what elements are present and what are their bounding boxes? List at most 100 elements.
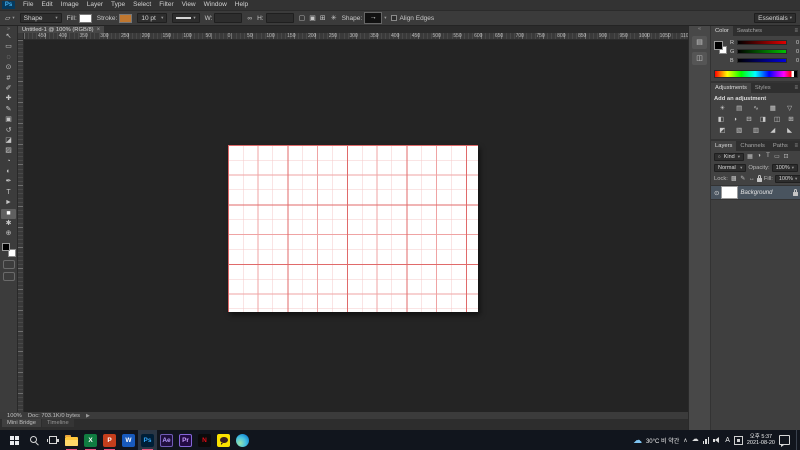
combine-shapes-icon[interactable]: ▢ [299,14,306,22]
brightness-contrast-icon[interactable]: ☀ [717,104,728,113]
menu-layer[interactable]: Layer [83,0,107,10]
history-brush-tool[interactable]: ↺ [1,126,16,136]
gear-icon[interactable]: ✳ [331,14,337,22]
ime-pad-icon[interactable] [733,435,743,445]
threshold-icon[interactable]: ▥ [750,126,761,135]
show-desktop-button[interactable] [796,430,799,450]
link-dimensions-icon[interactable]: ∞ [247,15,252,22]
blend-mode-select[interactable]: Normal ▾ [714,163,747,172]
menu-file[interactable]: File [19,0,37,10]
tool-mode-select[interactable]: Shape ▾ [19,13,62,23]
menu-select[interactable]: Select [129,0,155,10]
levels-icon[interactable]: ▤ [734,104,745,113]
properties-panel-icon[interactable]: ◫ [692,52,707,65]
weather-cloud-icon[interactable]: ☁ [633,430,642,450]
document-tab[interactable]: Untitled-1 @ 100% (RGB/8) × [18,26,105,33]
ime-language-indicator[interactable]: A [725,437,730,444]
action-center-icon[interactable] [779,435,790,447]
stroke-width-select[interactable]: 10 pt ▾ [137,13,168,23]
brush-tool[interactable]: ✎ [1,105,16,115]
fill-opacity-field[interactable]: 100% ▾ [774,174,800,183]
tab-timeline[interactable]: Timeline [42,419,74,427]
tab-swatches[interactable]: Swatches [733,26,766,36]
tab-channels[interactable]: Channels [736,141,769,151]
channel-value[interactable]: 0 [789,58,799,64]
panel-menu-icon[interactable]: ≡ [794,83,800,93]
channel-slider[interactable] [737,40,787,45]
menu-view[interactable]: View [178,0,200,10]
posterize-icon[interactable]: ▧ [734,126,745,135]
marquee-tool[interactable]: ▭ [1,42,16,52]
screen-mode-button[interactable] [2,271,15,281]
height-input[interactable] [265,13,294,23]
onedrive-cloud-icon[interactable]: ☁ [692,430,699,450]
menu-help[interactable]: Help [231,0,252,10]
lock-paint-icon[interactable]: ✎ [739,175,747,182]
exposure-icon[interactable]: ▦ [767,104,778,113]
visibility-eye-icon[interactable]: ⊙ [714,189,719,197]
opacity-field[interactable]: 100% ▾ [771,163,798,172]
filter-pixel-icon[interactable]: ▦ [746,153,754,160]
curves-icon[interactable]: ∿ [750,104,761,113]
task-view-button[interactable] [43,430,62,450]
selective-color-icon[interactable]: ◢ [767,126,778,135]
healing-brush-tool[interactable]: ✚ [1,94,16,104]
lock-position-icon[interactable]: ↔ [748,176,756,182]
color-spectrum-ramp[interactable] [714,70,798,78]
vertical-ruler[interactable] [18,40,24,412]
menu-edit[interactable]: Edit [37,0,56,10]
align-edges-checkbox[interactable] [391,15,398,21]
quick-mask-button[interactable] [2,259,15,269]
crop-tool[interactable]: # [1,74,16,84]
menu-image[interactable]: Image [57,0,83,10]
foreground-color-swatch[interactable] [1,242,10,251]
dodge-tool[interactable]: ◐ [1,167,16,177]
photoshop[interactable]: Ps [138,430,157,450]
tab-mini-bridge[interactable]: Mini Bridge [2,419,41,427]
start-button[interactable] [5,430,24,450]
channel-value[interactable]: 0 [789,40,799,46]
menu-filter[interactable]: Filter [155,0,177,10]
filter-shape-icon[interactable]: ▭ [773,153,781,160]
taskbar-clock[interactable]: 오후 5:37 2021-08-20 [747,434,775,447]
hue-saturation-icon[interactable]: ◧ [716,115,727,124]
canvas[interactable] [228,145,478,312]
tab-styles[interactable]: Styles [751,83,775,93]
panel-menu-icon[interactable]: ≡ [794,26,800,36]
menu-type[interactable]: Type [107,0,129,10]
hand-tool[interactable]: ✱ [1,219,16,229]
premiere-pro[interactable]: Pr [176,430,195,450]
color-lookup-icon[interactable]: ⊞ [786,115,797,124]
word[interactable]: W [119,430,138,450]
lock-transparency-icon[interactable]: ▩ [730,175,738,182]
menu-window[interactable]: Window [200,0,231,10]
close-icon[interactable]: × [97,27,101,33]
type-tool[interactable]: T [1,188,16,198]
path-alignment-icon[interactable]: ▣ [309,14,316,22]
photo-filter-icon[interactable]: ◨ [758,115,769,124]
volume-icon[interactable] [713,436,721,444]
kakaotalk[interactable] [214,430,233,450]
tray-overflow-chevron-icon[interactable]: ∧ [683,437,687,444]
black-white-icon[interactable]: ⊟ [744,115,755,124]
panel-menu-icon[interactable]: ≡ [794,141,800,151]
excel[interactable]: X [81,430,100,450]
gradient-tool[interactable]: ▨ [1,146,16,156]
tab-layers[interactable]: Layers [711,141,737,151]
tab-color[interactable]: Color [711,26,733,36]
netflix[interactable]: N [195,430,214,450]
mini-foreground-swatch[interactable] [714,41,723,50]
layer-thumbnail[interactable] [721,186,739,199]
channel-value[interactable]: 0 [789,49,799,55]
expand-panels-icon[interactable]: « [689,26,710,33]
layer-filter-select[interactable]: ○ Kind ▾ [714,152,744,161]
clone-stamp-tool[interactable]: ▣ [1,115,16,125]
blur-tool[interactable]: ◔ [1,157,16,167]
eyedropper-tool[interactable]: ✐ [1,84,16,94]
layer-row-background[interactable]: ⊙ Background [711,185,800,200]
path-arrange-icon[interactable]: ⊞ [320,14,326,22]
history-panel-icon[interactable]: ▤ [692,36,707,49]
channel-slider[interactable] [737,49,787,54]
invert-icon[interactable]: ◩ [717,126,728,135]
filter-type-icon[interactable]: T [764,153,772,160]
